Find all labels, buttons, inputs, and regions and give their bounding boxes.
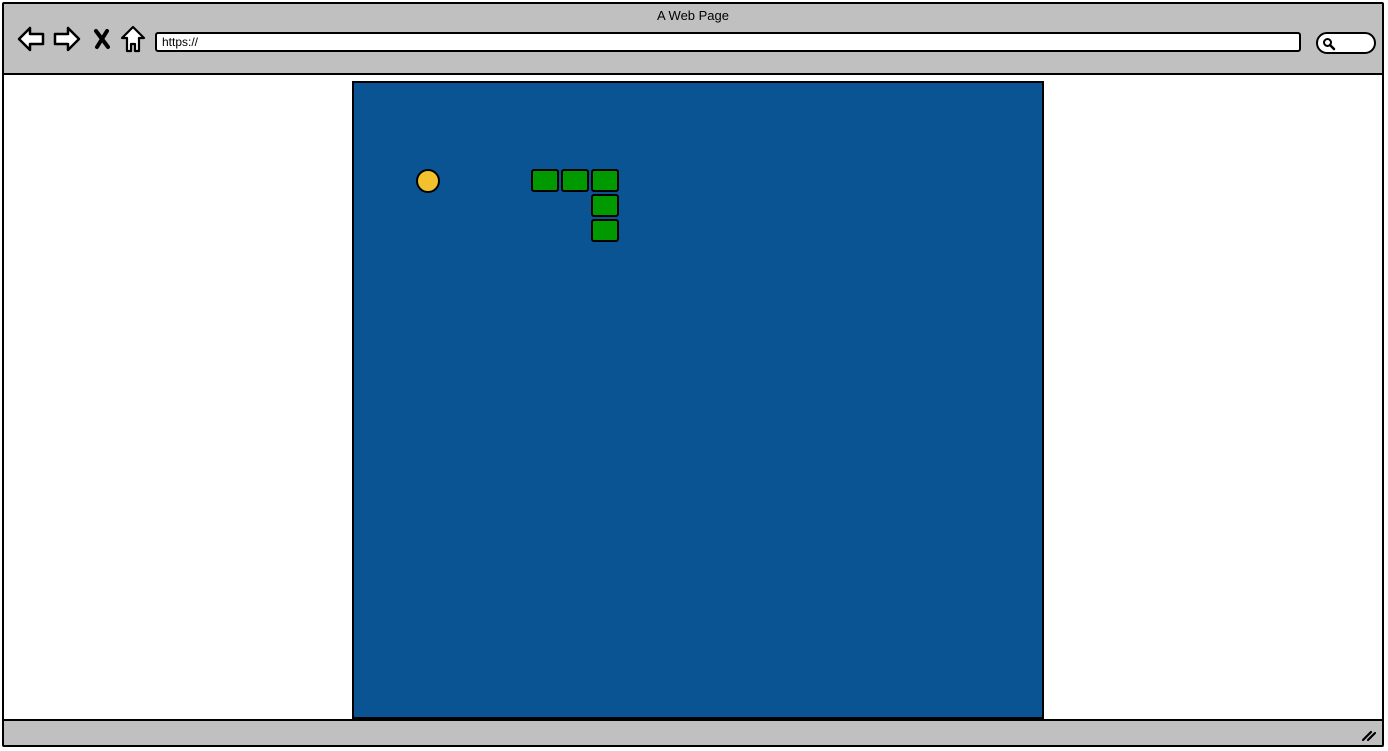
home-icon xyxy=(120,25,146,53)
stop-button[interactable] xyxy=(87,24,117,54)
snake-segment xyxy=(561,169,589,192)
window-title: A Web Page xyxy=(656,8,730,23)
forward-button[interactable] xyxy=(52,24,82,54)
back-button[interactable] xyxy=(16,24,46,54)
resize-grip-icon[interactable] xyxy=(1360,725,1378,743)
snake-segment xyxy=(591,169,619,192)
page-content xyxy=(4,75,1382,725)
browser-toolbar: A Web Page https:// xyxy=(4,4,1382,75)
search-field[interactable] xyxy=(1316,32,1376,54)
address-bar[interactable]: https:// xyxy=(155,32,1301,52)
food-pellet xyxy=(416,169,440,193)
game-board[interactable] xyxy=(352,81,1044,719)
forward-arrow-icon xyxy=(53,26,81,52)
close-icon xyxy=(92,28,112,50)
browser-window: A Web Page https:// xyxy=(2,2,1384,747)
back-arrow-icon xyxy=(17,26,45,52)
snake-segment xyxy=(531,169,559,192)
url-text: https:// xyxy=(162,35,199,49)
home-button[interactable] xyxy=(118,24,148,54)
status-bar xyxy=(4,719,1382,745)
snake-segment xyxy=(591,219,619,242)
snake-segment xyxy=(591,194,619,217)
